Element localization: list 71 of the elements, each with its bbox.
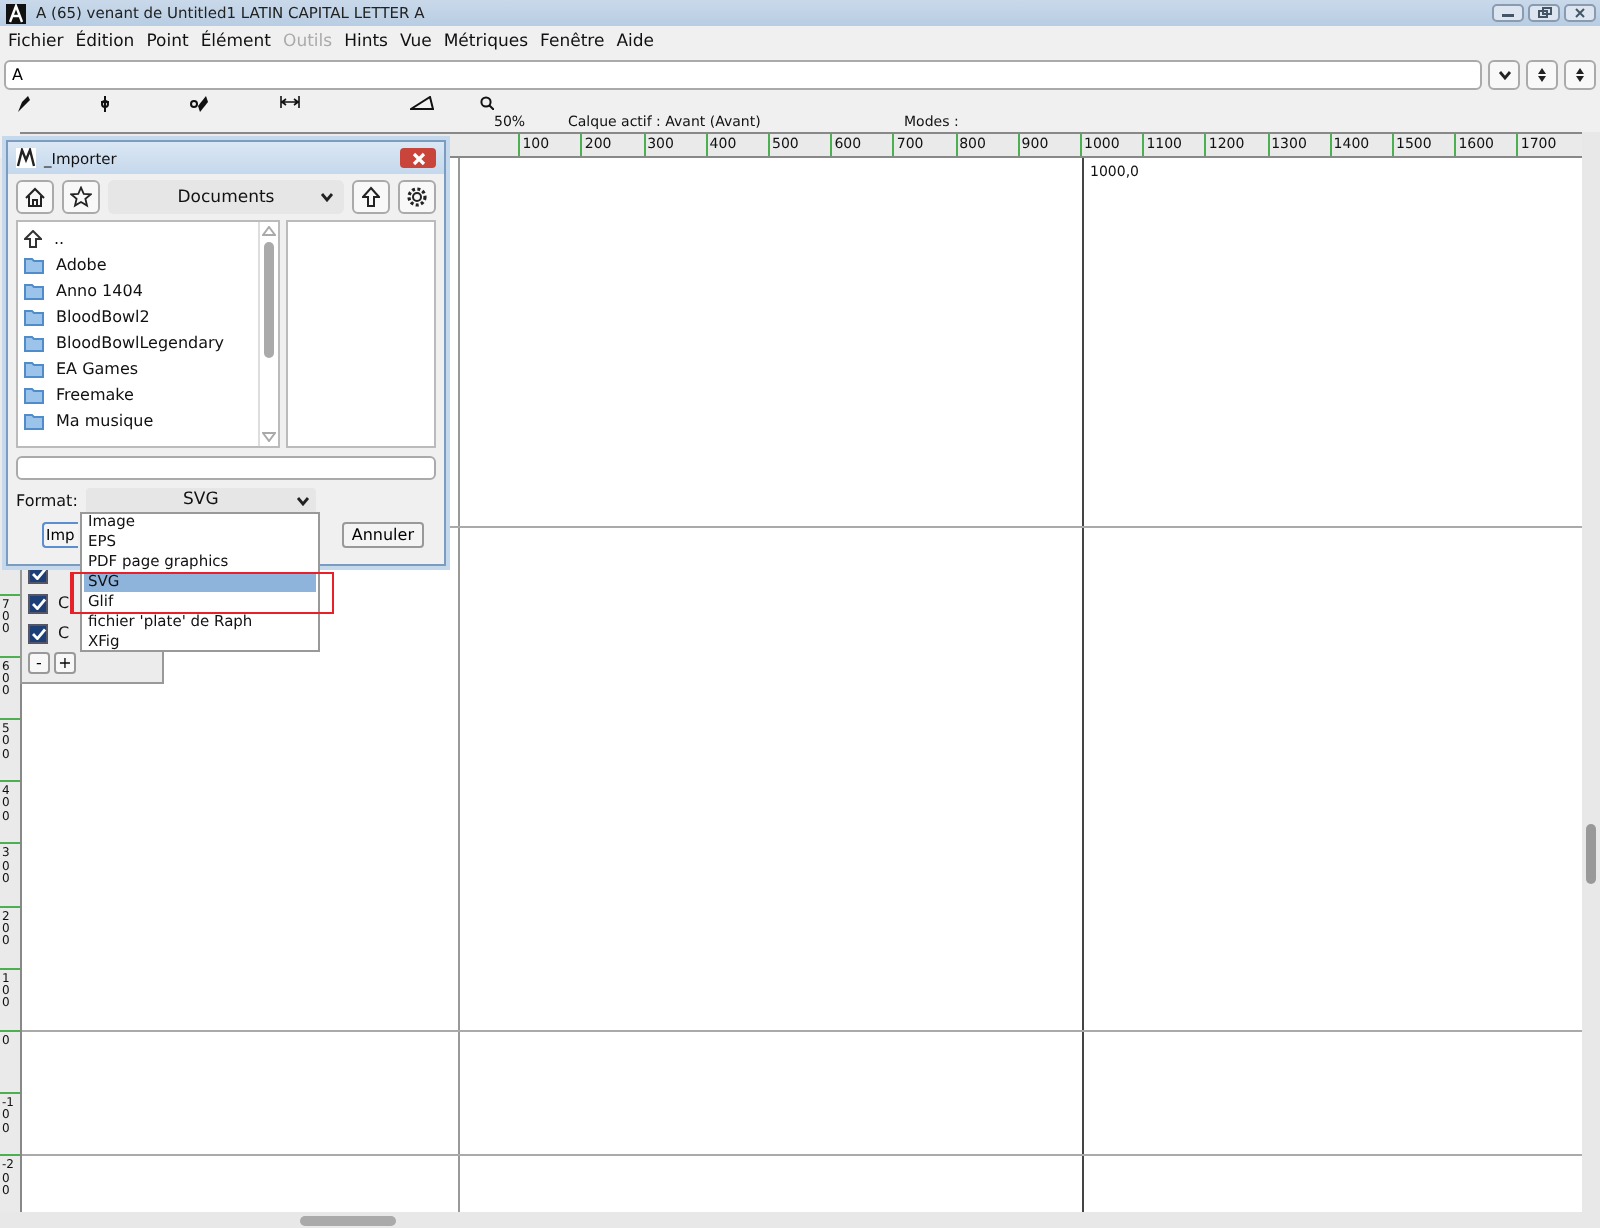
knife-tool-icon[interactable] bbox=[190, 96, 208, 112]
menu-item[interactable]: Point bbox=[146, 31, 189, 51]
file-list-item[interactable]: Freemake bbox=[24, 382, 252, 408]
point-tool-icon[interactable] bbox=[100, 96, 110, 112]
close-button[interactable] bbox=[1564, 4, 1596, 22]
format-dropdown[interactable]: SVG bbox=[85, 487, 316, 513]
file-list-item[interactable]: .. bbox=[24, 226, 252, 252]
parent-folder-button[interactable] bbox=[352, 180, 390, 214]
menu-item: Outils bbox=[283, 31, 333, 51]
close-icon bbox=[411, 151, 425, 165]
app-icon bbox=[16, 148, 36, 168]
stepper-icon bbox=[1538, 68, 1546, 82]
bookmark-button[interactable] bbox=[62, 180, 100, 214]
up-arrow-icon bbox=[24, 230, 42, 248]
menu-item[interactable]: Aide bbox=[616, 31, 654, 51]
checkmark-icon bbox=[31, 597, 45, 609]
zoom-tool-icon[interactable] bbox=[480, 96, 494, 110]
layer-label: C bbox=[58, 624, 70, 642]
app-icon bbox=[6, 3, 26, 23]
file-list-item[interactable]: Anno 1404 bbox=[24, 278, 252, 304]
checkmark-icon bbox=[31, 627, 45, 639]
menu-item[interactable]: Métriques bbox=[443, 31, 529, 51]
visibility-checkbox[interactable] bbox=[28, 623, 48, 643]
minimize-button[interactable] bbox=[1492, 4, 1524, 22]
cancel-button[interactable]: Annuler bbox=[341, 522, 424, 548]
settings-button[interactable] bbox=[398, 180, 436, 214]
scrollbar-thumb[interactable] bbox=[1586, 824, 1596, 884]
menu-item[interactable]: Vue bbox=[399, 31, 432, 51]
scrollbar-thumb[interactable] bbox=[264, 242, 274, 358]
chevron-icon bbox=[295, 495, 310, 505]
folder-dropdown[interactable]: Documents bbox=[108, 180, 344, 214]
file-list-item[interactable]: BloodBowl2 bbox=[24, 304, 252, 330]
file-name-field[interactable] bbox=[16, 456, 436, 480]
close-button[interactable] bbox=[400, 148, 436, 168]
vertical-scrollbar[interactable] bbox=[1582, 132, 1600, 1212]
next-glyph-button[interactable] bbox=[1564, 60, 1596, 90]
dropdown-button[interactable] bbox=[1488, 60, 1520, 90]
chevron-icon bbox=[320, 192, 334, 202]
glyph-name-field[interactable]: A bbox=[4, 60, 1482, 90]
menu-item[interactable]: Fenêtre bbox=[540, 31, 605, 51]
menu-item[interactable]: Fichier bbox=[8, 31, 64, 51]
settings-icon bbox=[406, 186, 428, 208]
up-arrow-icon bbox=[362, 186, 380, 208]
menu-item[interactable]: Édition bbox=[75, 31, 135, 51]
file-list-item[interactable]: Ma musique bbox=[24, 408, 252, 434]
layer-button[interactable]: + bbox=[54, 652, 76, 674]
visibility-checkbox[interactable] bbox=[28, 593, 48, 613]
stepper-icon bbox=[1576, 68, 1584, 82]
checkmark-icon bbox=[31, 567, 45, 579]
scrollbar-thumb[interactable] bbox=[300, 1216, 396, 1226]
scroll-up-icon bbox=[262, 226, 276, 236]
scrollbar[interactable] bbox=[258, 222, 278, 446]
file-list-item[interactable]: Adobe bbox=[24, 252, 252, 278]
menu-item[interactable]: Élément bbox=[200, 31, 272, 51]
home-button[interactable] bbox=[16, 180, 54, 214]
file-list-item[interactable]: EA Games bbox=[24, 356, 252, 382]
measure-tool-icon[interactable] bbox=[280, 96, 300, 108]
chevron-icon bbox=[1497, 70, 1511, 80]
previous-glyph-button[interactable] bbox=[1526, 60, 1558, 90]
layer-label: C bbox=[58, 594, 70, 612]
format-label: Format: bbox=[16, 491, 78, 509]
star-icon bbox=[70, 186, 92, 208]
scroll-down-icon bbox=[262, 432, 276, 442]
menu-item[interactable]: Hints bbox=[344, 31, 388, 51]
file-list-item[interactable]: BloodBowlLegendary bbox=[24, 330, 252, 356]
pen-tool-icon[interactable] bbox=[16, 96, 30, 112]
angle-tool-icon[interactable] bbox=[410, 96, 434, 110]
restore-button[interactable] bbox=[1528, 4, 1560, 22]
layer-button[interactable]: - bbox=[28, 652, 50, 674]
house-icon bbox=[24, 186, 46, 208]
horizontal-scrollbar[interactable] bbox=[0, 1212, 1600, 1228]
